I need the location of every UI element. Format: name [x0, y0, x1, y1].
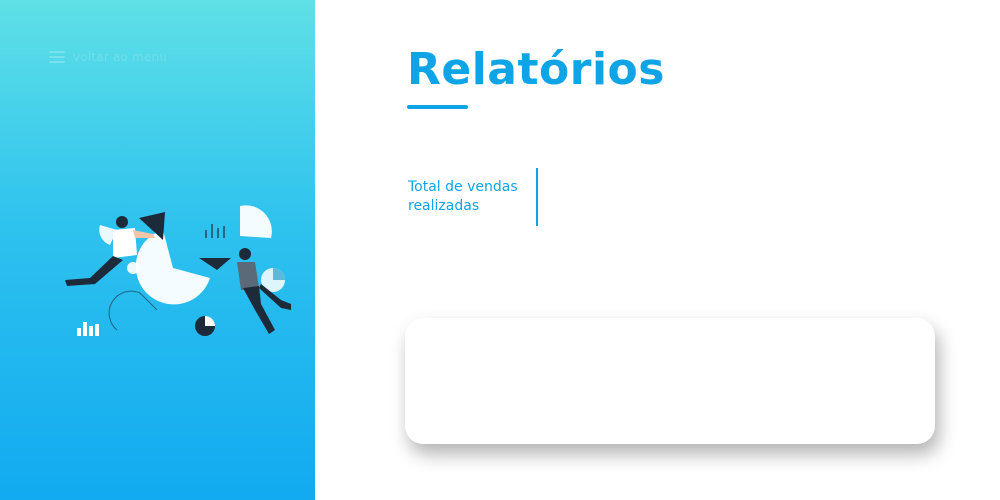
page-title: Relatórios: [407, 44, 665, 95]
total-sales-stat: Total de vendas realizadas: [408, 168, 538, 226]
people-assembling-charts-illustration: [65, 205, 291, 336]
report-card: [405, 318, 935, 444]
title-underline: [407, 105, 468, 109]
back-to-menu-button[interactable]: voltar ao menu: [49, 48, 167, 66]
back-to-menu-label: voltar ao menu: [73, 50, 168, 64]
main-content: Relatórios Total de vendas realizadas: [315, 0, 1000, 500]
total-sales-label: Total de vendas realizadas: [408, 179, 518, 214]
stat-divider: [536, 168, 538, 226]
hamburger-menu-icon: [49, 51, 65, 63]
sidebar: voltar ao menu: [0, 0, 315, 500]
